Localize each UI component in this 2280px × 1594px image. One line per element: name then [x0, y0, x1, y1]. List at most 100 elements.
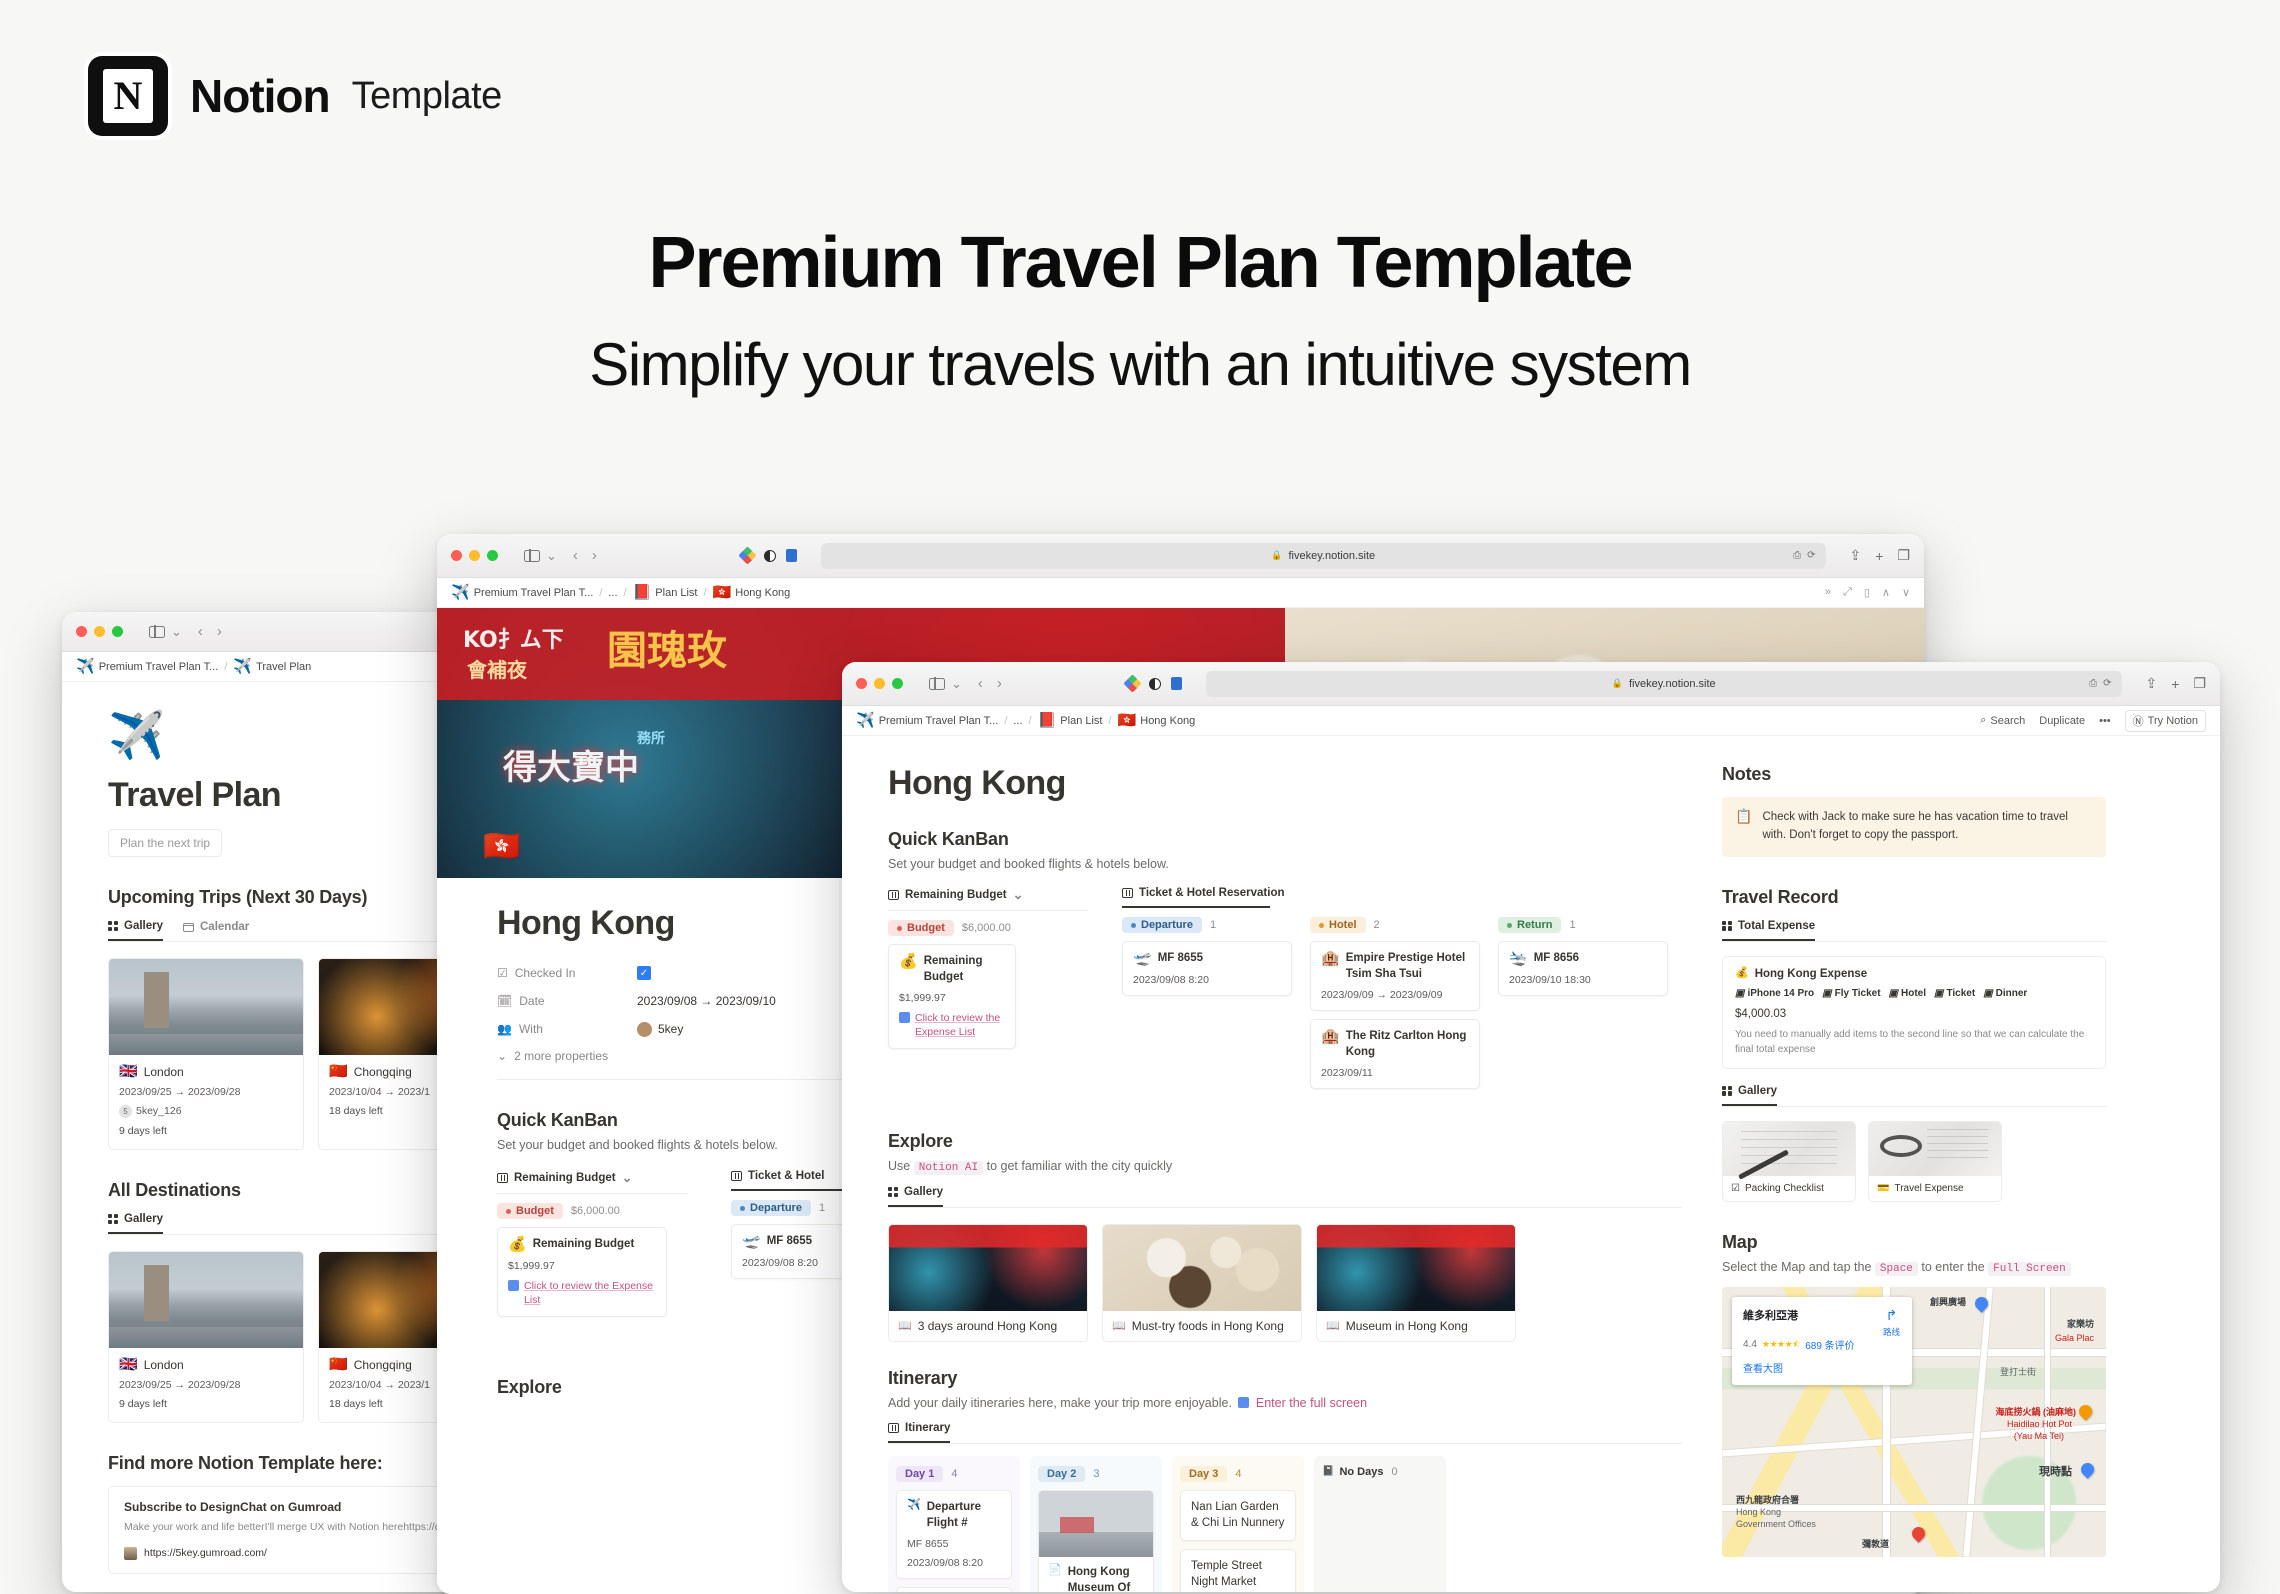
forward-icon[interactable]: ›: [217, 623, 222, 640]
tab-calendar[interactable]: Calendar: [183, 920, 249, 941]
tab-gallery[interactable]: Gallery: [1722, 1085, 1777, 1106]
breadcrumb-item-0[interactable]: ✈️ Premium Travel Plan T...: [76, 659, 218, 674]
travel-record-tabs[interactable]: Total Expense: [1722, 920, 2106, 942]
group-header[interactable]: Day 2 3: [1038, 1466, 1154, 1483]
collapse-icon[interactable]: »: [1825, 586, 1831, 599]
breadcrumb[interactable]: ✈️ Premium Travel Plan T... / ... / 📕 Pl…: [842, 706, 2220, 736]
close-button[interactable]: [76, 626, 87, 637]
itinerary-card[interactable]: Temple Street Night Market: [1180, 1549, 1296, 1592]
tabs-icon[interactable]: ❐: [1897, 547, 1910, 564]
breadcrumb-item-0[interactable]: ✈️ Premium Travel Plan T...: [856, 713, 998, 728]
kanban-card[interactable]: 🏨 Empire Prestige Hotel Tsim Sha Tsui 20…: [1310, 941, 1480, 1012]
close-button[interactable]: [451, 550, 462, 561]
group-header[interactable]: Departure 1: [1122, 917, 1292, 933]
sidebar-toggle-icon[interactable]: [149, 624, 165, 639]
sidebar-toggle-icon[interactable]: [524, 548, 540, 563]
breadcrumb-item-0[interactable]: ✈️ Premium Travel Plan T...: [451, 585, 593, 600]
bookmark-icon[interactable]: [785, 549, 797, 562]
kanban-card[interactable]: 💰 Remaining Budget $1,999.97 Click to re…: [497, 1227, 667, 1317]
itinerary-card[interactable]: ✈️ Departure Flight # MF 8655 2023/09/08…: [896, 1490, 1012, 1580]
group-pill[interactable]: Departure: [1122, 917, 1202, 933]
tab-total-expense[interactable]: Total Expense: [1722, 920, 1816, 941]
tabs-icon[interactable]: ❐: [2193, 675, 2206, 692]
reload-icon[interactable]: ⟳: [2103, 678, 2111, 689]
breadcrumb-item-1[interactable]: ✈️ Travel Plan: [233, 659, 311, 674]
expense-tag[interactable]: ▣ Hotel: [1889, 988, 1926, 999]
share-icon[interactable]: ⇪: [2146, 675, 2158, 692]
next-icon[interactable]: ∨: [1902, 586, 1910, 599]
close-button[interactable]: [856, 678, 867, 689]
search-button[interactable]: ⌕ Search: [1980, 714, 2025, 727]
breadcrumb-item-1[interactable]: ...: [1013, 715, 1022, 727]
layout-icon[interactable]: ▯: [1864, 586, 1870, 599]
budget-pill[interactable]: Budget: [888, 920, 954, 936]
window-controls[interactable]: [856, 678, 903, 689]
minimize-button[interactable]: [874, 678, 885, 689]
view-large-link[interactable]: 查看大图: [1743, 1360, 1901, 1375]
group-header[interactable]: Day 1 4: [896, 1466, 1012, 1483]
forward-icon[interactable]: ›: [997, 675, 1002, 692]
kanban-card[interactable]: 🛬 MF 8656 2023/09/10 18:30: [1498, 941, 1668, 996]
reader-mode-icon[interactable]: [763, 549, 776, 562]
map-poi-card[interactable]: 維多利亞港 ↱ 路线 4.4 ★★★★⯪ 689 条评价 查看大图: [1732, 1296, 1912, 1385]
person-value[interactable]: 5key: [637, 1021, 683, 1037]
gallery-card[interactable]: ☑ Packing Checklist: [1722, 1120, 1856, 1202]
chevron-down-icon[interactable]: ⌄: [1013, 887, 1024, 903]
gallery-card[interactable]: 📖 3 days around Hong Kong: [888, 1224, 1088, 1343]
forward-icon[interactable]: ›: [592, 547, 597, 564]
tab-gallery[interactable]: Gallery: [888, 1186, 943, 1208]
expense-tag[interactable]: ▣ iPhone 14 Pro: [1735, 988, 1814, 999]
group-header[interactable]: Budget $6,000.00: [497, 1203, 687, 1219]
back-icon[interactable]: ‹: [198, 623, 203, 640]
extension-icon[interactable]: [738, 546, 757, 565]
reader-mode-icon[interactable]: [1148, 677, 1161, 690]
tab-gallery[interactable]: Gallery: [108, 1213, 163, 1234]
reload-icon[interactable]: ⟳: [1807, 550, 1815, 561]
breadcrumb-item-3[interactable]: 🇭🇰 Hong Kong: [1118, 713, 1196, 728]
review-count[interactable]: 689 条评价: [1805, 1337, 1854, 1352]
nav-arrows[interactable]: ‹ ›: [198, 623, 222, 640]
notion-ai-code[interactable]: Notion AI: [913, 1161, 984, 1176]
record-gallery-tabs[interactable]: Gallery: [1722, 1085, 2106, 1107]
extensions[interactable]: [738, 546, 797, 565]
new-tab-icon[interactable]: +: [1875, 548, 1883, 564]
column-title[interactable]: Ticket & Hotel Reservation: [1122, 887, 1668, 906]
kanban-card[interactable]: 🏨 The Ritz Carlton Hong Kong 2023/09/11: [1310, 1019, 1480, 1090]
itinerary-card[interactable]: Nan Lian Garden & Chi Lin Nunnery: [1180, 1490, 1296, 1542]
minimize-button[interactable]: [94, 626, 105, 637]
window-controls[interactable]: [451, 550, 498, 561]
window-controls[interactable]: [76, 626, 123, 637]
date-value[interactable]: 2023/09/08 → 2023/09/10: [637, 994, 776, 1008]
breadcrumb-item-2[interactable]: 📕 Plan List: [1038, 713, 1103, 728]
address-bar[interactable]: 🔒 fivekey.notion.site ⎙ ⟳: [1205, 670, 2122, 697]
kanban-card[interactable]: 🛫 MF 8655 2023/09/08 8:20: [1122, 941, 1292, 996]
tab-itinerary[interactable]: Itinerary: [888, 1422, 951, 1444]
card-link[interactable]: Click to review the Expense List: [508, 1279, 656, 1307]
column-title[interactable]: Remaining Budget ⌄: [888, 887, 1088, 910]
duplicate-button[interactable]: Duplicate: [2039, 715, 2085, 727]
breadcrumb-item-1[interactable]: ...: [608, 587, 617, 599]
prev-icon[interactable]: ∧: [1882, 586, 1890, 599]
chevron-down-icon[interactable]: ⌄: [546, 548, 557, 564]
fullscreen-link[interactable]: Enter the full screen: [1256, 1396, 1367, 1410]
group-header[interactable]: 📓 No Days 0: [1322, 1466, 1438, 1478]
gallery-card[interactable]: 🇬🇧 London 2023/09/25 → 2023/09/28 9 days…: [108, 1251, 304, 1423]
new-tab-icon[interactable]: +: [2171, 676, 2179, 692]
page-actions[interactable]: ⌕ Search Duplicate ••• Ⓝ Try Notion: [1980, 709, 2206, 732]
group-header[interactable]: Budget $6,000.00: [888, 920, 1088, 936]
more-icon[interactable]: •••: [2099, 715, 2111, 727]
departure-pill[interactable]: Departure: [731, 1200, 811, 1216]
expand-icon[interactable]: ⤢: [1843, 586, 1852, 599]
maximize-button[interactable]: [487, 550, 498, 561]
breadcrumb-item-3[interactable]: 🇭🇰 Hong Kong: [713, 585, 791, 600]
translate-icon[interactable]: ⎙: [2089, 678, 2097, 689]
group-header[interactable]: Day 3 4: [1180, 1466, 1296, 1483]
nodays-label[interactable]: 📓 No Days: [1322, 1466, 1383, 1478]
map-embed[interactable]: 維多利亞港 ↱ 路线 4.4 ★★★★⯪ 689 条评价 查看大图 創興廣場 家…: [1722, 1286, 2106, 1557]
breadcrumb-item-2[interactable]: 📕 Plan List: [633, 585, 698, 600]
maximize-button[interactable]: [112, 626, 123, 637]
try-notion-button[interactable]: Ⓝ Try Notion: [2124, 709, 2206, 732]
gallery-card[interactable]: 🇬🇧 London 2023/09/25 → 2023/09/28 5 5key_…: [108, 958, 304, 1150]
maximize-button[interactable]: [892, 678, 903, 689]
group-header[interactable]: Return 1: [1498, 917, 1668, 933]
